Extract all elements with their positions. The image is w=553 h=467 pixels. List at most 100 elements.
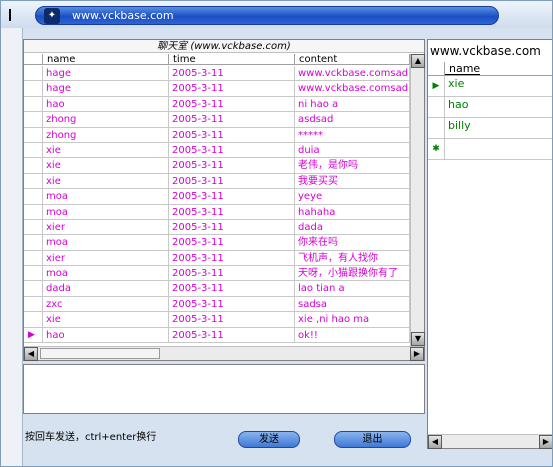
- arrow-right-icon[interactable]: ▶: [539, 435, 552, 449]
- user-horizontal-scrollbar[interactable]: ◀ ▶: [428, 434, 552, 449]
- table-row[interactable]: xie 2005-3-11 xie ,ni hao ma: [24, 312, 410, 328]
- cell-time[interactable]: 2005-3-11: [169, 266, 295, 281]
- arrow-down-icon[interactable]: ▼: [411, 332, 425, 346]
- user-name[interactable]: billy: [445, 118, 471, 138]
- user-header-name[interactable]: name: [445, 62, 481, 75]
- user-grid[interactable]: name ▶ xie hao billy ✱: [428, 62, 552, 160]
- cell-time[interactable]: 2005-3-11: [169, 96, 295, 112]
- cell-content[interactable]: sadsa: [295, 296, 410, 312]
- cell-name[interactable]: xier: [43, 219, 169, 235]
- cell-time[interactable]: 2005-3-11: [169, 296, 295, 312]
- user-panel[interactable]: www.vckbase.com name ▶ xie hao billy ✱ ◀ ▶: [427, 39, 552, 449]
- arrow-up-icon[interactable]: ▲: [411, 54, 425, 68]
- cell-time[interactable]: 2005-3-11: [169, 142, 295, 158]
- user-name[interactable]: hao: [445, 97, 468, 117]
- cell-time[interactable]: 2005-3-11: [169, 312, 295, 327]
- header-time[interactable]: time: [169, 54, 295, 65]
- cell-name[interactable]: zxc: [43, 296, 169, 312]
- cell-content[interactable]: yeye: [295, 189, 410, 204]
- table-row[interactable]: dada 2005-3-11 lao tian a: [24, 281, 410, 297]
- table-row[interactable]: xie 2005-3-11 我要买买: [24, 173, 410, 190]
- table-row[interactable]: hage 2005-3-11 www.vckbase.comsad: [24, 81, 410, 97]
- cell-name[interactable]: moa: [43, 204, 169, 219]
- table-row[interactable]: xier 2005-3-11 dada: [24, 219, 410, 236]
- table-row[interactable]: xie 2005-3-11 老伟，是你吗: [24, 158, 410, 174]
- table-row[interactable]: zhong 2005-3-11 *****: [24, 127, 410, 143]
- table-row[interactable]: moa 2005-3-11 hahaha: [24, 204, 410, 220]
- table-row[interactable]: moa 2005-3-11 yeye: [24, 189, 410, 205]
- chat-grid[interactable]: 聊天室 (www.vckbase.com) name time content …: [23, 39, 425, 361]
- cell-name[interactable]: dada: [43, 281, 169, 296]
- cell-name[interactable]: hage: [43, 81, 169, 96]
- chat-horizontal-scrollbar[interactable]: ◀ ▶: [24, 346, 424, 361]
- table-row[interactable]: ▶ hao 2005-3-11 ok!!: [24, 327, 410, 344]
- table-row[interactable]: hao 2005-3-11 ni hao a: [24, 96, 410, 113]
- user-row[interactable]: hao: [428, 97, 552, 118]
- exit-button[interactable]: 退出: [334, 431, 411, 448]
- cell-content[interactable]: www.vckbase.comsad: [295, 81, 410, 96]
- cell-name[interactable]: moa: [43, 235, 169, 250]
- cell-time[interactable]: 2005-3-11: [169, 235, 295, 250]
- cell-name[interactable]: xie: [43, 173, 169, 189]
- send-button[interactable]: 发送: [238, 431, 300, 448]
- cell-name[interactable]: xie: [43, 158, 169, 173]
- cell-content[interactable]: lao tian a: [295, 281, 410, 296]
- cell-name[interactable]: moa: [43, 266, 169, 281]
- table-row[interactable]: zxc 2005-3-11 sadsa: [24, 296, 410, 313]
- cell-content[interactable]: xie ,ni hao ma: [295, 312, 410, 327]
- user-name[interactable]: xie: [445, 76, 464, 96]
- chat-vertical-scrollbar[interactable]: ▲ ▼: [410, 54, 425, 346]
- cell-time[interactable]: 2005-3-11: [169, 173, 295, 189]
- cell-time[interactable]: 2005-3-11: [169, 204, 295, 219]
- user-row[interactable]: ▶ xie: [428, 76, 552, 97]
- arrow-left-icon[interactable]: ◀: [428, 435, 442, 449]
- cell-name[interactable]: hao: [43, 327, 169, 343]
- arrow-right-icon[interactable]: ▶: [410, 347, 424, 361]
- message-input[interactable]: [23, 364, 425, 414]
- cell-time[interactable]: 2005-3-11: [169, 219, 295, 235]
- cell-time[interactable]: 2005-3-11: [169, 189, 295, 204]
- cell-time[interactable]: 2005-3-11: [169, 81, 295, 96]
- user-name[interactable]: [445, 139, 448, 159]
- cell-name[interactable]: xie: [43, 312, 169, 327]
- header-content[interactable]: content: [295, 54, 410, 65]
- cell-time[interactable]: 2005-3-11: [169, 327, 295, 343]
- cell-content[interactable]: dada: [295, 219, 410, 235]
- header-name[interactable]: name: [43, 54, 169, 65]
- cell-content[interactable]: 天呀，小猫跟换你有了: [295, 266, 410, 281]
- cell-content[interactable]: 我要买买: [295, 173, 410, 189]
- arrow-left-icon[interactable]: ◀: [24, 347, 38, 361]
- table-row[interactable]: moa 2005-3-11 天呀，小猫跟换你有了: [24, 266, 410, 282]
- cell-name[interactable]: moa: [43, 189, 169, 204]
- title-pill[interactable]: ✦ www.vckbase.com: [35, 6, 499, 25]
- cell-content[interactable]: ni hao a: [295, 96, 410, 112]
- user-row[interactable]: billy: [428, 118, 552, 139]
- cell-name[interactable]: xie: [43, 142, 169, 158]
- cell-content[interactable]: 你来在吗: [295, 235, 410, 250]
- cell-content[interactable]: 老伟，是你吗: [295, 158, 410, 173]
- cell-name[interactable]: hage: [43, 66, 169, 81]
- cell-name[interactable]: zhong: [43, 112, 169, 127]
- cell-time[interactable]: 2005-3-11: [169, 281, 295, 296]
- cell-content[interactable]: hahaha: [295, 204, 410, 219]
- cell-time[interactable]: 2005-3-11: [169, 66, 295, 81]
- cell-content[interactable]: asdsad: [295, 112, 410, 127]
- table-row[interactable]: xier 2005-3-11 飞机声，有人找你: [24, 250, 410, 267]
- table-row[interactable]: xie 2005-3-11 duia: [24, 142, 410, 159]
- cell-name[interactable]: xier: [43, 250, 169, 266]
- cell-content[interactable]: www.vckbase.comsad: [295, 66, 410, 81]
- cell-time[interactable]: 2005-3-11: [169, 250, 295, 266]
- table-row[interactable]: hage 2005-3-11 www.vckbase.comsad: [24, 66, 410, 82]
- cell-content[interactable]: ok!!: [295, 327, 410, 343]
- cell-content[interactable]: *****: [295, 127, 410, 142]
- user-row[interactable]: ✱: [428, 139, 552, 160]
- title-bar[interactable]: ✦ www.vckbase.com: [1, 1, 552, 28]
- chat-scroll-thumb[interactable]: [40, 348, 160, 359]
- cell-time[interactable]: 2005-3-11: [169, 158, 295, 173]
- table-row[interactable]: moa 2005-3-11 你来在吗: [24, 235, 410, 251]
- cell-time[interactable]: 2005-3-11: [169, 127, 295, 142]
- table-row[interactable]: zhong 2005-3-11 asdsad: [24, 112, 410, 128]
- cell-name[interactable]: zhong: [43, 127, 169, 142]
- cell-time[interactable]: 2005-3-11: [169, 112, 295, 127]
- cell-content[interactable]: duia: [295, 142, 410, 158]
